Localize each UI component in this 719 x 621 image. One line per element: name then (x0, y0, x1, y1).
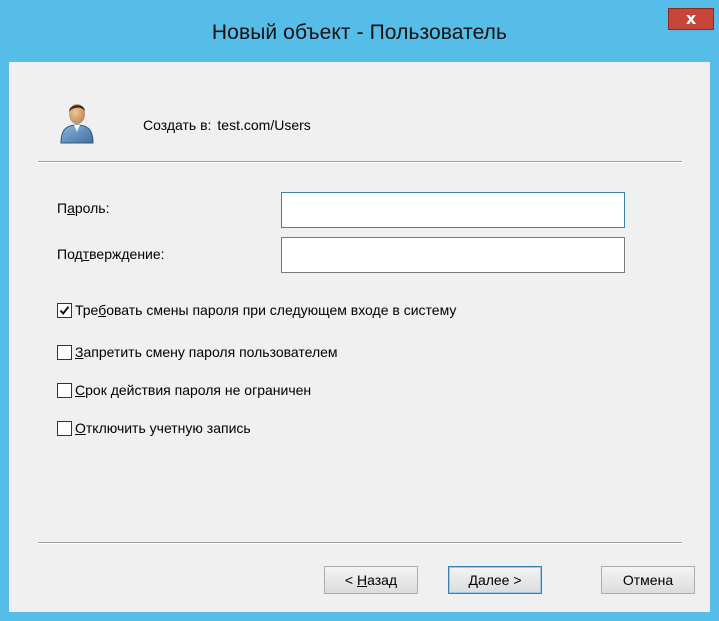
cb0-accel: б (98, 302, 107, 318)
create-in-path: test.com/Users (217, 117, 311, 133)
checkbox-label: Срок действия пароля не ограничен (75, 382, 311, 398)
footer-separator (38, 542, 682, 544)
confirm-label-rest: верждение: (89, 246, 165, 262)
checkbox-disable-account[interactable]: Отключить учетную запись (57, 418, 251, 438)
header-separator (38, 161, 682, 163)
password-label-rest: роль: (74, 200, 110, 216)
checkbox-box[interactable] (57, 344, 72, 360)
checkbox-label: Отключить учетную запись (75, 420, 251, 436)
create-in-caption: Создать в: (143, 117, 212, 133)
close-button[interactable]: x (668, 8, 714, 30)
user-avatar-icon (57, 99, 97, 145)
checkbox-label: Требовать смены пароля при следующем вхо… (75, 302, 456, 318)
back-accel: Н (356, 572, 368, 588)
cb3-rest: тключить учетную запись (85, 420, 251, 436)
password-label-accel: а (67, 200, 75, 216)
cancel-button[interactable]: Отмена (601, 566, 695, 594)
checkbox-box[interactable] (57, 302, 72, 318)
confirm-label-prefix: Под (57, 246, 83, 262)
next-rest: алее > (477, 572, 522, 588)
close-icon[interactable]: x (686, 9, 696, 28)
checkbox-require-change[interactable]: Требовать смены пароля при следующем вхо… (57, 300, 456, 320)
cb3-accel: О (75, 420, 86, 436)
create-in-label: Создать в: test.com/Users (143, 117, 311, 133)
back-rest: азад (367, 572, 398, 588)
back-button[interactable]: < Назад (324, 566, 418, 594)
cb0-rest: овать смены пароля при следующем входе в… (106, 302, 457, 318)
back-prefix: < (344, 572, 357, 588)
checkbox-label: Запретить смену пароля пользователем (75, 344, 338, 360)
confirm-password-label: Подтверждение: (57, 246, 165, 262)
password-input[interactable] (281, 192, 625, 228)
window-title: Новый объект - Пользователь (211, 21, 508, 44)
cb1-rest: апретить смену пароля пользователем (83, 344, 338, 360)
dialog-client-area (9, 62, 710, 612)
password-label-prefix: П (57, 200, 68, 216)
checkbox-box[interactable] (57, 420, 72, 436)
checkbox-prevent-change[interactable]: Запретить смену пароля пользователем (57, 342, 338, 362)
next-accel: Д (468, 572, 478, 588)
confirm-password-input[interactable] (281, 237, 625, 273)
checkbox-never-expires[interactable]: Срок действия пароля не ограничен (57, 380, 311, 400)
cb2-rest: рок действия пароля не ограничен (85, 382, 312, 398)
cb0-prefix: Тре (75, 302, 99, 318)
title-bar[interactable]: Новый объект - Пользователь x (0, 0, 719, 62)
cb2-accel: С (75, 382, 86, 398)
checkbox-box[interactable] (57, 382, 72, 398)
checkmark-icon (59, 305, 70, 315)
password-label: Пароль: (57, 200, 109, 216)
next-button[interactable]: Далее > (448, 566, 542, 594)
